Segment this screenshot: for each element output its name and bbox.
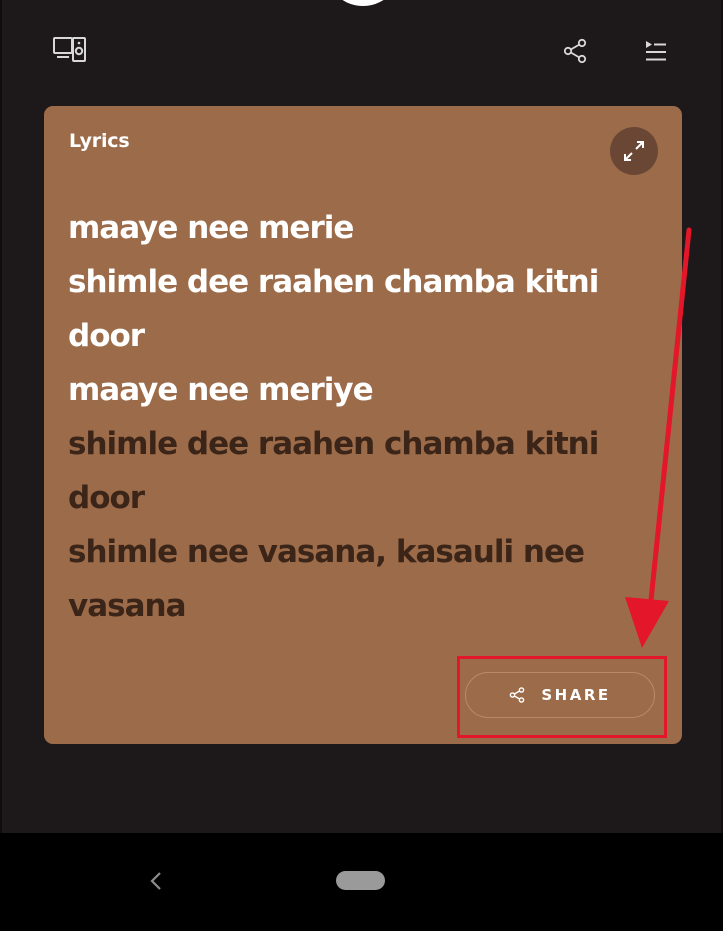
lyrics-lines: maaye nee merie shimle dee raahen chamba… xyxy=(68,201,638,633)
share-icon xyxy=(510,687,525,703)
home-pill-icon[interactable] xyxy=(336,871,385,890)
back-button[interactable] xyxy=(140,866,170,896)
queue-button[interactable] xyxy=(642,36,670,66)
play-button-edge[interactable] xyxy=(331,0,395,6)
expand-icon xyxy=(624,141,644,161)
lyrics-card-title: Lyrics xyxy=(69,130,130,152)
now-playing-screen: Lyrics maaye nee merie shimle dee raahen… xyxy=(0,0,723,833)
lyric-line: shimle dee raahen chamba kitni door xyxy=(68,264,599,354)
queue-icon xyxy=(646,41,666,61)
back-chevron-icon xyxy=(150,872,161,890)
share-button-top[interactable] xyxy=(560,36,590,66)
lyrics-card[interactable]: Lyrics maaye nee merie shimle dee raahen… xyxy=(44,106,682,744)
connect-devices-button[interactable] xyxy=(52,34,88,66)
share-icon xyxy=(563,38,587,64)
share-lyrics-button[interactable]: SHARE xyxy=(465,672,655,718)
share-button-label: SHARE xyxy=(541,686,611,704)
lyric-line: maaye nee merie xyxy=(68,210,354,246)
lyric-line: shimle nee vasana, kasauli nee vasana xyxy=(68,534,585,624)
lyric-line: maaye nee meriye xyxy=(68,372,374,408)
devices-icon xyxy=(53,37,86,62)
lyric-line: shimle dee raahen chamba kitni door xyxy=(68,426,599,516)
expand-lyrics-button[interactable] xyxy=(610,127,658,175)
